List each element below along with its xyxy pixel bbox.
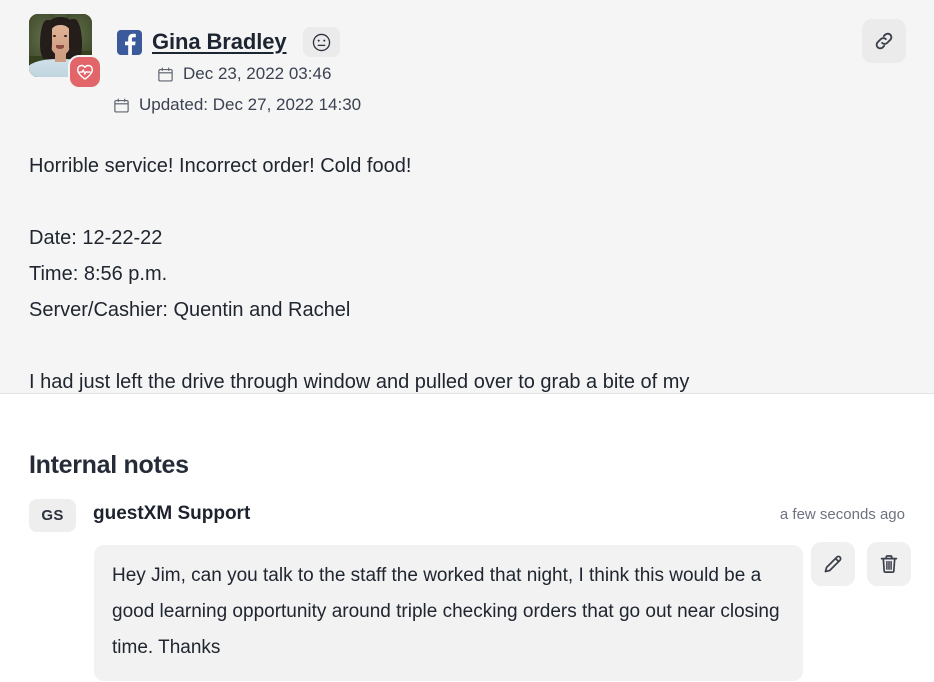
note-text: Hey Jim, can you talk to the staff the w… bbox=[94, 545, 803, 681]
review-body: Horrible service! Incorrect order! Cold … bbox=[29, 148, 909, 393]
calendar-icon bbox=[157, 66, 174, 83]
delete-note-button[interactable] bbox=[867, 542, 911, 586]
note-author-name: guestXM Support bbox=[93, 503, 251, 524]
review-created-label: Dec 23, 2022 03:46 bbox=[183, 64, 332, 83]
heart-pulse-icon bbox=[70, 57, 100, 87]
internal-notes-title: Internal notes bbox=[29, 450, 189, 479]
neutral-face-icon[interactable] bbox=[302, 27, 340, 57]
chain-link-icon bbox=[875, 32, 893, 50]
copy-link-button[interactable] bbox=[862, 19, 906, 63]
edit-note-button[interactable] bbox=[811, 542, 855, 586]
review-headline: Horrible service! Incorrect order! Cold … bbox=[29, 155, 412, 177]
calendar-icon bbox=[113, 97, 130, 114]
avatar[interactable] bbox=[29, 14, 100, 87]
review-detail-screen: Gina Bradley Dec 23, 2022 03:46 Updated:… bbox=[0, 0, 934, 682]
internal-notes-panel: Internal notes GS guestXM Support a few … bbox=[0, 394, 934, 682]
note-author-avatar: GS bbox=[29, 499, 76, 532]
trash-icon bbox=[880, 555, 898, 573]
review-server-line: Server/Cashier: Quentin and Rachel bbox=[29, 299, 351, 321]
review-panel: Gina Bradley Dec 23, 2022 03:46 Updated:… bbox=[0, 0, 934, 393]
review-updated-date: Updated: Dec 27, 2022 14:30 bbox=[113, 95, 361, 115]
note-timestamp: a few seconds ago bbox=[779, 506, 905, 523]
review-author-row: Gina Bradley bbox=[117, 27, 340, 57]
review-time-line: Time: 8:56 p.m. bbox=[29, 263, 168, 285]
review-date-line: Date: 12-22-22 bbox=[29, 227, 163, 249]
note-author-row: GS guestXM Support a few seconds ago bbox=[29, 499, 905, 532]
review-author-name[interactable]: Gina Bradley bbox=[152, 29, 287, 55]
review-created-date: Dec 23, 2022 03:46 bbox=[157, 64, 331, 84]
facebook-icon bbox=[117, 29, 142, 55]
pencil-icon bbox=[824, 555, 842, 573]
note-actions bbox=[811, 542, 911, 586]
review-clipped-line: I had just left the drive through window… bbox=[29, 371, 690, 393]
review-updated-label: Updated: Dec 27, 2022 14:30 bbox=[139, 95, 362, 114]
